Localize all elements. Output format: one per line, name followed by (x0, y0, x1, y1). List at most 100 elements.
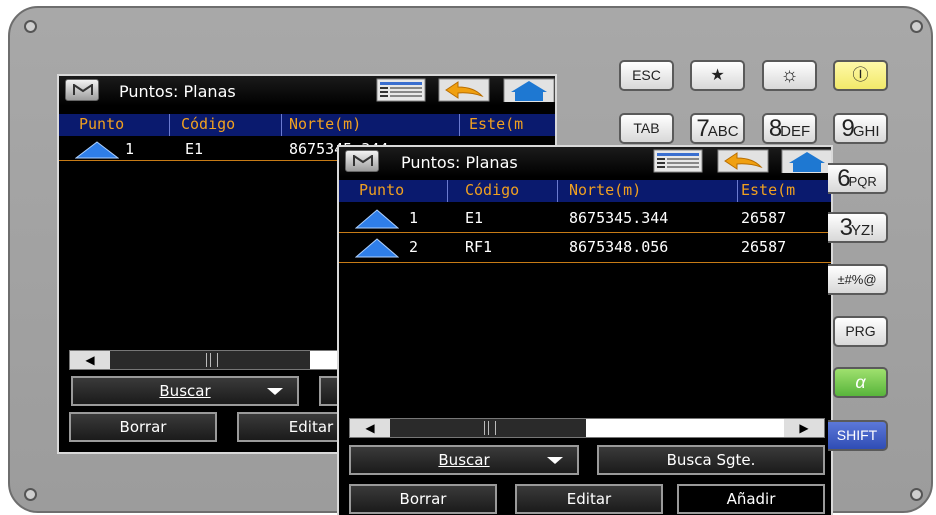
menu-button[interactable] (345, 150, 379, 172)
back-arrow-icon[interactable] (717, 149, 769, 173)
key-8-number: 8 (768, 115, 782, 142)
key-3[interactable]: 3YZ! (828, 212, 888, 243)
cell-punto: 1 (125, 140, 135, 158)
home-icon[interactable] (781, 149, 833, 173)
list-view-icon[interactable] (376, 78, 426, 102)
chevron-down-icon (267, 388, 283, 395)
window-title: Puntos: Planas (119, 82, 236, 101)
cell-norte: 8675345.344 (569, 209, 669, 227)
table-header: Punto Código Norte(m) Este(m (59, 114, 555, 136)
column-norte[interactable]: Norte(m) (569, 181, 641, 199)
cell-este: 26587 (741, 238, 787, 256)
column-codigo[interactable]: Código (181, 115, 235, 133)
key-6-number: 6 (837, 165, 850, 192)
esc-label: ESC (632, 67, 661, 83)
key-7-number: 7 (696, 115, 709, 142)
anadir-label: Añadir (726, 490, 776, 508)
editar-label: Editar (288, 418, 334, 436)
esc-key[interactable]: ESC (619, 60, 674, 91)
busca-siguiente-button[interactable]: Busca Sgte. (597, 445, 825, 475)
horizontal-scrollbar[interactable]: ◀ ▶ (349, 418, 825, 438)
cell-este: 26587 (741, 209, 787, 227)
power-key[interactable]: Ⓘ (833, 60, 888, 91)
prg-key[interactable]: PRG (833, 316, 888, 347)
cell-codigo: RF1 (465, 238, 493, 256)
table-header: Punto Código Norte(m) Este(m (339, 180, 831, 202)
column-punto[interactable]: Punto (79, 115, 124, 133)
key-3-number: 3 (839, 214, 853, 241)
tab-label: TAB (633, 120, 660, 136)
scroll-left-arrow[interactable]: ◀ (70, 351, 110, 369)
borrar-button[interactable]: Borrar (69, 412, 217, 442)
key-8[interactable]: 8DEF (762, 113, 817, 144)
screw-bottom-right (910, 488, 923, 501)
star-icon: ★ (710, 67, 725, 84)
envelope-icon (353, 155, 373, 166)
symbol-label: ±#%@ (837, 272, 877, 287)
key-9-letters: GHI (852, 123, 880, 140)
borrar-label: Borrar (119, 418, 167, 436)
table-row[interactable]: 1 E1 8675345.344 26587 (339, 204, 831, 233)
horizontal-scrollbar[interactable]: ◀ (69, 350, 349, 370)
key-6-letters: PQR (848, 174, 877, 189)
screw-top-right (910, 20, 923, 33)
scroll-grip[interactable] (206, 353, 218, 367)
scroll-right-arrow[interactable]: ▶ (784, 419, 824, 437)
busca-siguiente-label: Busca Sgte. (666, 451, 756, 469)
buscar-dropdown[interactable]: Buscar (71, 376, 299, 406)
envelope-icon (73, 84, 93, 95)
scroll-left-arrow[interactable]: ◀ (350, 419, 390, 437)
key-8-letters: DEF (780, 123, 811, 140)
cell-punto: 1 (409, 209, 419, 227)
window-title: Puntos: Planas (401, 153, 518, 172)
scroll-grip[interactable] (484, 421, 496, 435)
cell-codigo: E1 (185, 140, 204, 158)
buscar-label: Buscar (159, 382, 211, 400)
column-norte[interactable]: Norte(m) (289, 115, 361, 133)
star-key[interactable]: ★ (690, 60, 745, 91)
alpha-icon: α (855, 372, 866, 392)
key-9[interactable]: 9GHI (833, 113, 888, 144)
home-icon[interactable] (503, 78, 555, 102)
key-7-letters: ABC (707, 123, 739, 140)
borrar-button[interactable]: Borrar (349, 484, 497, 514)
cell-codigo: E1 (465, 209, 484, 227)
alpha-key[interactable]: α (833, 367, 888, 398)
shift-label: SHIFT (836, 427, 878, 443)
key-3-letters: YZ! (851, 222, 875, 239)
back-title-bar: Puntos: Planas (59, 76, 555, 106)
table-row[interactable]: 2 RF1 8675348.056 26587 (339, 233, 831, 263)
symbol-key[interactable]: ±#%@ (828, 264, 888, 295)
power-icon: Ⓘ (852, 67, 869, 84)
key-7[interactable]: 7ABC (690, 113, 745, 144)
station-triangle-icon (355, 238, 399, 258)
menu-button[interactable] (65, 79, 99, 101)
key-9-number: 9 (841, 115, 854, 142)
light-icon: ☼ (780, 64, 799, 86)
back-arrow-icon[interactable] (438, 78, 490, 102)
editar-label: Editar (566, 490, 612, 508)
column-punto[interactable]: Punto (359, 181, 404, 199)
screw-bottom-left (24, 488, 37, 501)
light-key[interactable]: ☼ (762, 60, 817, 91)
station-triangle-icon (75, 141, 119, 159)
buscar-dropdown[interactable]: Buscar (349, 445, 579, 475)
borrar-label: Borrar (399, 490, 447, 508)
key-6[interactable]: 6PQR (828, 163, 888, 194)
column-este[interactable]: Este(m (469, 115, 523, 133)
tab-key[interactable]: TAB (619, 113, 674, 144)
buscar-label: Buscar (438, 451, 490, 469)
screw-top-left (24, 20, 37, 33)
editar-button[interactable]: Editar (515, 484, 663, 514)
front-window: Puntos: Planas Punto Código Norte(m) Est… (337, 145, 833, 515)
column-este[interactable]: Este(m (741, 181, 795, 199)
cell-norte: 8675348.056 (569, 238, 669, 256)
shift-key[interactable]: SHIFT (828, 420, 888, 451)
column-codigo[interactable]: Código (465, 181, 519, 199)
cell-punto: 2 (409, 238, 419, 256)
station-triangle-icon (355, 209, 399, 229)
front-title-bar: Puntos: Planas (339, 147, 831, 177)
list-view-icon[interactable] (653, 149, 703, 173)
anadir-button[interactable]: Añadir (677, 484, 825, 514)
prg-label: PRG (845, 323, 876, 339)
